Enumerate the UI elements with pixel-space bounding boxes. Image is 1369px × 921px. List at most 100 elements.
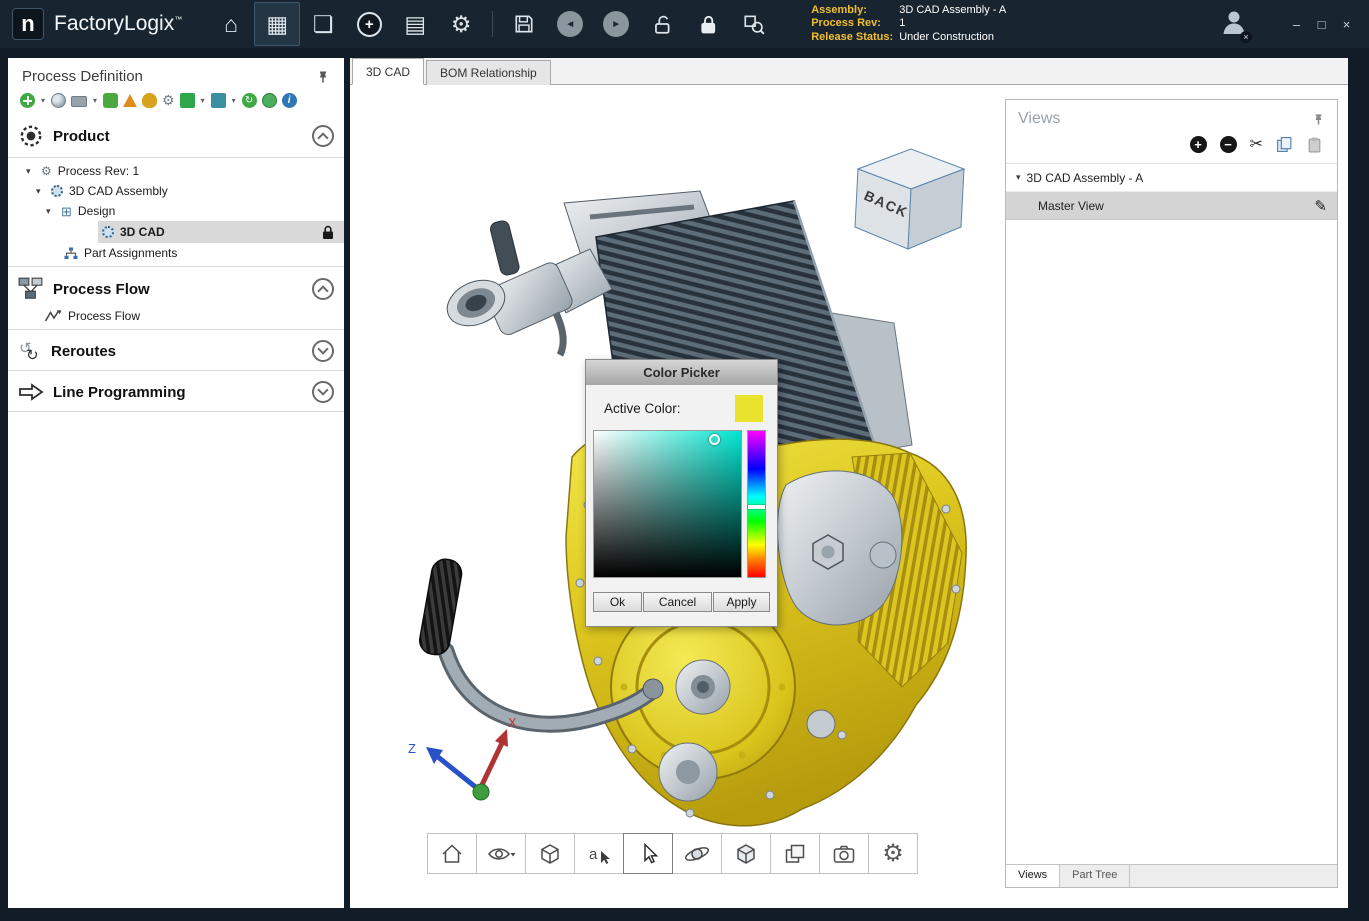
tree-item-process-rev[interactable]: ▾ ⚙ Process Rev: 1 [8,161,344,181]
views-tree: ▾ 3D CAD Assembly - A Master View ✎ [1006,163,1337,864]
views-tree-root[interactable]: ▾ 3D CAD Assembly - A [1006,164,1337,192]
pin-icon[interactable] [316,70,330,84]
pin-icon[interactable] [1312,113,1325,126]
save-button[interactable] [501,2,547,46]
plugin-icon[interactable] [103,93,118,108]
documents-button[interactable]: ❏ [300,2,346,46]
divider [8,411,344,412]
copy-view-button[interactable] [1276,136,1293,153]
navigator-button[interactable]: + [346,2,392,46]
lock-button[interactable] [685,2,731,46]
print-dropdown-caret-icon[interactable]: ▾ [93,96,97,105]
sync-icon[interactable]: ↻ [242,93,257,108]
add-icon[interactable] [20,93,35,108]
cut-view-button[interactable]: ✂ [1250,137,1263,153]
news-button[interactable]: ▤ [392,2,438,46]
remove-view-button[interactable]: − [1220,136,1237,153]
release-icon[interactable] [262,93,277,108]
edit-view-icon[interactable]: ✎ [1314,197,1327,215]
deploy-dropdown-caret-icon[interactable]: ▾ [232,96,236,105]
parts-visibility-button[interactable] [721,833,771,874]
tree-item-part-assignments[interactable]: Part Assignments [8,243,344,263]
info-icon[interactable]: i [282,93,297,108]
ok-button[interactable]: Ok [593,592,642,612]
expander-icon[interactable]: ▾ [36,186,45,197]
gears-icon[interactable]: ⚙ [162,93,175,108]
tree-item-3d-cad-selected[interactable]: 3D CAD [98,221,344,243]
chevron-up-icon [317,132,328,143]
camera-view-button[interactable] [476,833,526,874]
hue-slider[interactable] [747,430,766,578]
tab-3d-cad[interactable]: 3D CAD [352,58,424,85]
tree-item-process-flow[interactable]: Process Flow [8,306,344,326]
cad-viewport[interactable]: BACK [350,85,1348,908]
tab-bom-relationship[interactable]: BOM Relationship [426,60,551,85]
app-name: FactoryLogix™ [54,12,182,36]
cad-icon [102,226,114,238]
add-view-button[interactable]: + [1190,136,1207,153]
apply-button[interactable]: Apply [713,592,770,612]
expand-line-programming-button[interactable] [312,381,334,403]
section-product[interactable]: Product [8,116,344,154]
views-panel: Views + − ✂ [1005,99,1338,888]
views-tree-master-view[interactable]: Master View ✎ [1006,192,1337,220]
home-view-button[interactable] [427,833,477,874]
grid-edit-icon: ▦ [266,13,288,36]
part-search-button[interactable] [731,2,777,46]
saturation-value-area[interactable] [593,430,742,578]
unlock-icon [651,13,673,35]
run-flag-icon[interactable] [180,93,195,108]
tree-item-cad-assembly[interactable]: ▾ 3D CAD Assembly [8,181,344,201]
expander-icon[interactable]: ▾ [1016,172,1021,183]
expander-icon[interactable]: ▾ [26,166,35,177]
section-reroutes[interactable]: ↺ ↻ Reroutes [8,333,344,367]
viewport-settings-button[interactable]: ⚙ [868,833,918,874]
isometric-view-button[interactable] [525,833,575,874]
person-icon[interactable] [142,93,157,108]
process-editor-button[interactable]: ▦ [254,2,300,46]
hue-marker[interactable] [748,505,765,509]
tab-views[interactable]: Views [1006,865,1060,887]
web-icon[interactable] [51,93,66,108]
unlock-button[interactable] [639,2,685,46]
snapshot-button[interactable] [819,833,869,874]
alert-icon[interactable] [123,94,137,107]
select-tool-button[interactable] [623,833,673,874]
minimize-button[interactable]: – [1284,17,1309,32]
view-cube[interactable]: BACK [855,149,964,249]
redo-button[interactable]: ► [593,2,639,46]
logo-letter: n [21,11,34,37]
paste-view-button[interactable] [1306,136,1323,153]
titlebar: n FactoryLogix™ ⌂ ▦ ❏ + ▤ ⚙ ◄ ► [0,0,1369,48]
user-button[interactable]: × [1220,8,1248,41]
section-line-programming[interactable]: Line Programming [8,374,344,408]
close-button[interactable]: × [1334,17,1359,32]
layers-button[interactable] [770,833,820,874]
color-picker-titlebar[interactable]: Color Picker [586,360,777,385]
add-dropdown-caret-icon[interactable]: ▾ [41,96,45,105]
deploy-flag-icon[interactable] [211,93,226,108]
sv-marker[interactable] [709,434,720,445]
collapse-process-flow-button[interactable] [312,278,334,300]
expander-icon[interactable]: ▾ [46,206,55,217]
section-process-flow[interactable]: Process Flow [8,270,344,306]
expand-reroutes-button[interactable] [312,340,334,362]
cancel-button[interactable]: Cancel [643,592,712,612]
reroutes-icon: ↺ ↻ [18,340,42,362]
orbit-tool-button[interactable] [672,833,722,874]
run-dropdown-caret-icon[interactable]: ▾ [201,96,205,105]
home-icon: ⌂ [224,13,238,36]
tab-part-tree[interactable]: Part Tree [1060,865,1130,887]
assembly-info: Assembly:3D CAD Assembly - A Process Rev… [811,4,1006,45]
eye-icon [486,841,516,867]
home-button[interactable]: ⌂ [208,2,254,46]
undo-button[interactable]: ◄ [547,2,593,46]
collapse-product-button[interactable] [312,125,334,147]
settings-button[interactable]: ⚙ [438,2,484,46]
tree-item-design[interactable]: ▾ ⊞ Design [8,201,344,221]
maximize-button[interactable]: □ [1309,17,1334,32]
documents-icon: ❏ [313,13,334,36]
toolbar-separator [492,11,493,37]
select-label-button[interactable]: a [574,833,624,874]
print-icon[interactable] [71,96,87,107]
